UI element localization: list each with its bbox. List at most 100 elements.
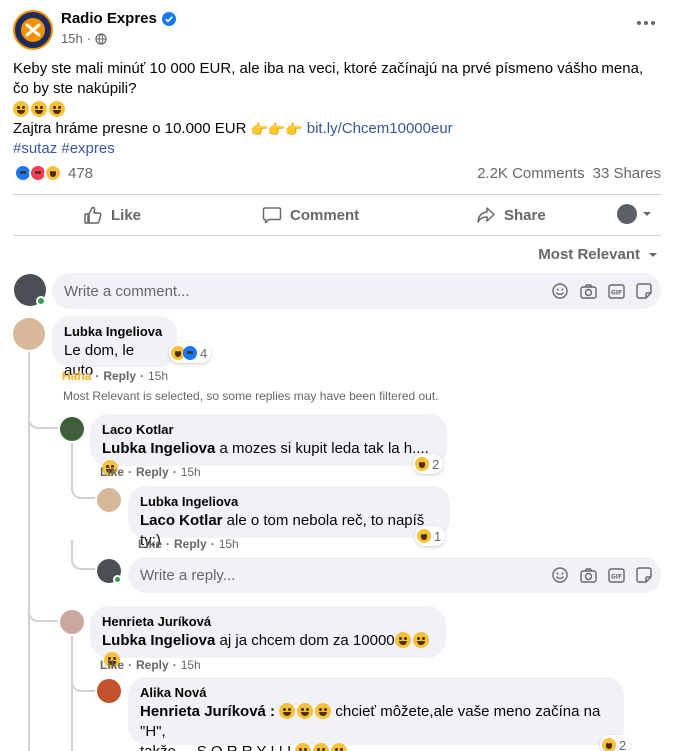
reply-reaction-count: 2 [432, 456, 440, 472]
reply-avatar[interactable] [97, 679, 121, 703]
comment-input[interactable]: Write a comment... GIF [52, 273, 661, 309]
reply-reaction-count: 1 [434, 528, 442, 544]
reply-author[interactable]: Lubka Ingeliova [140, 494, 438, 509]
comment-icon [262, 207, 282, 224]
reply-placeholder: Write a reply... [140, 566, 236, 584]
reply-mention[interactable]: Lubka Ingeliova [102, 632, 215, 649]
sticker-icon[interactable] [635, 566, 653, 584]
time-separator: · [86, 31, 92, 46]
reply-time[interactable]: 15h [181, 465, 201, 479]
reply-bubble: Laco Kotlar Lubka Ingeliova a mozes si k… [90, 414, 447, 476]
post-text-line3: Zajtra hráme presne o 10.000 EUR [13, 120, 247, 137]
reply-button[interactable]: Reply [103, 369, 136, 383]
reply-author[interactable]: Laco Kotlar [102, 422, 435, 437]
wink-emoji-icon [331, 743, 348, 751]
heart-eyes-emoji-icon [295, 743, 312, 751]
tongue-reaction-icon [417, 529, 431, 543]
share-label: Share [504, 206, 546, 224]
reply-mention[interactable]: Lubka Ingeliova [102, 440, 215, 457]
chevron-down-icon [649, 252, 657, 257]
reply-author[interactable]: Alika Nová [140, 685, 612, 700]
haha-reaction-icon [415, 457, 429, 471]
reply-avatar[interactable] [97, 488, 121, 512]
post-options-button[interactable] [632, 15, 660, 31]
divider [13, 194, 661, 195]
haha-reaction-icon [602, 738, 616, 751]
camera-icon[interactable] [579, 282, 597, 300]
gif-icon[interactable]: GIF [607, 566, 625, 584]
emoji-picker-icon[interactable] [551, 282, 569, 300]
smirk-emoji-icon [13, 101, 29, 117]
laughing-emoji-icon [394, 632, 411, 648]
rofl-emoji-icon [279, 703, 296, 719]
reply-bubble: Alika Nová Henrieta Juríková : chcieť mô… [128, 677, 624, 751]
pointing-hand-emoji-icon: 👉👉👉 [250, 121, 303, 137]
comment-reactions[interactable]: 4 [169, 343, 212, 363]
verified-badge-icon [161, 11, 176, 26]
sticker-icon[interactable] [635, 282, 653, 300]
reply-button[interactable]: Reply [136, 658, 169, 672]
thread-line [28, 352, 30, 622]
thread-connector [71, 483, 95, 499]
camera-icon[interactable] [579, 566, 597, 584]
like-button[interactable]: Like [138, 537, 162, 551]
reply-bubble: Henrieta Juríková Lubka Ingeliova aj ja … [90, 606, 446, 668]
like-button[interactable]: Like [83, 197, 141, 233]
page-avatar[interactable] [13, 10, 53, 50]
reply-button[interactable]: Reply [136, 465, 169, 479]
reply-bubble: Lubka Ingeliova Laco Kotlar ale o tom ne… [128, 486, 450, 549]
current-user-avatar [617, 204, 637, 224]
comment-button[interactable]: Comment [262, 197, 359, 233]
share-icon [477, 207, 495, 223]
post-link[interactable]: bit.ly/Chcem10000eur [307, 119, 453, 139]
rofl-emoji-icon [297, 703, 314, 719]
laughing-emoji-icon [412, 632, 429, 648]
reply-reactions[interactable]: 2 [413, 454, 444, 474]
page-name[interactable]: Radio Expres [61, 10, 157, 27]
grin-emoji-icon [49, 101, 65, 117]
reply-mention[interactable]: Laco Kotlar [140, 512, 223, 529]
online-status-dot [36, 296, 46, 306]
filter-note: Most Relevant is selected, so some repli… [63, 389, 439, 403]
share-button[interactable]: Share [476, 197, 546, 233]
commenter-avatar[interactable] [13, 318, 45, 350]
reply-reactions[interactable]: 1 [415, 526, 446, 546]
rofl-emoji-icon [315, 703, 332, 719]
sort-dropdown[interactable]: Most Relevant [538, 246, 658, 263]
thread-line [28, 620, 30, 751]
reply-author[interactable]: Henrieta Juríková [102, 614, 434, 629]
comment-label: Comment [290, 206, 360, 224]
comment-author[interactable]: Lubka Ingeliova [64, 324, 165, 339]
svg-text:GIF: GIF [610, 289, 621, 296]
reply-reaction-count: 2 [619, 737, 627, 751]
gif-icon[interactable]: GIF [607, 282, 625, 300]
comments-count[interactable]: 2.2K Comments [477, 165, 585, 182]
post-hashtags[interactable]: #sutaz #expres [13, 139, 663, 159]
reply-input[interactable]: Write a reply... GIF [128, 557, 661, 593]
thread-line [71, 636, 73, 751]
reply-button[interactable]: Reply [174, 537, 207, 551]
smiling-hearts-emoji-icon [313, 743, 330, 751]
comment-reaction-count: 4 [200, 345, 208, 361]
haha-reaction-label[interactable]: Haha [62, 369, 91, 383]
thread-connector [71, 540, 95, 570]
radio-expres-logo-icon [21, 18, 45, 42]
shares-count[interactable]: 33 Shares [593, 165, 661, 182]
svg-text:GIF: GIF [610, 573, 621, 580]
reply-time[interactable]: 15h [219, 537, 239, 551]
like-button[interactable]: Like [100, 658, 124, 672]
thinking-emoji-icon [31, 101, 47, 117]
reply-avatar[interactable] [60, 417, 84, 441]
reply-avatar[interactable] [60, 610, 84, 634]
emoji-picker-icon[interactable] [551, 566, 569, 584]
share-as-selector[interactable] [617, 204, 652, 224]
reply-reactions[interactable]: 2 [600, 735, 631, 751]
thumbs-up-icon [84, 206, 102, 224]
reply-time[interactable]: 15h [181, 658, 201, 672]
reply-mention[interactable]: Henrieta Juríková : [140, 703, 275, 720]
reaction-count[interactable]: 478 [68, 165, 93, 182]
post-time[interactable]: 15h [61, 31, 83, 46]
comment-time[interactable]: 15h [148, 369, 168, 383]
haha-reaction-icon [44, 164, 62, 182]
like-button[interactable]: Like [100, 465, 124, 479]
